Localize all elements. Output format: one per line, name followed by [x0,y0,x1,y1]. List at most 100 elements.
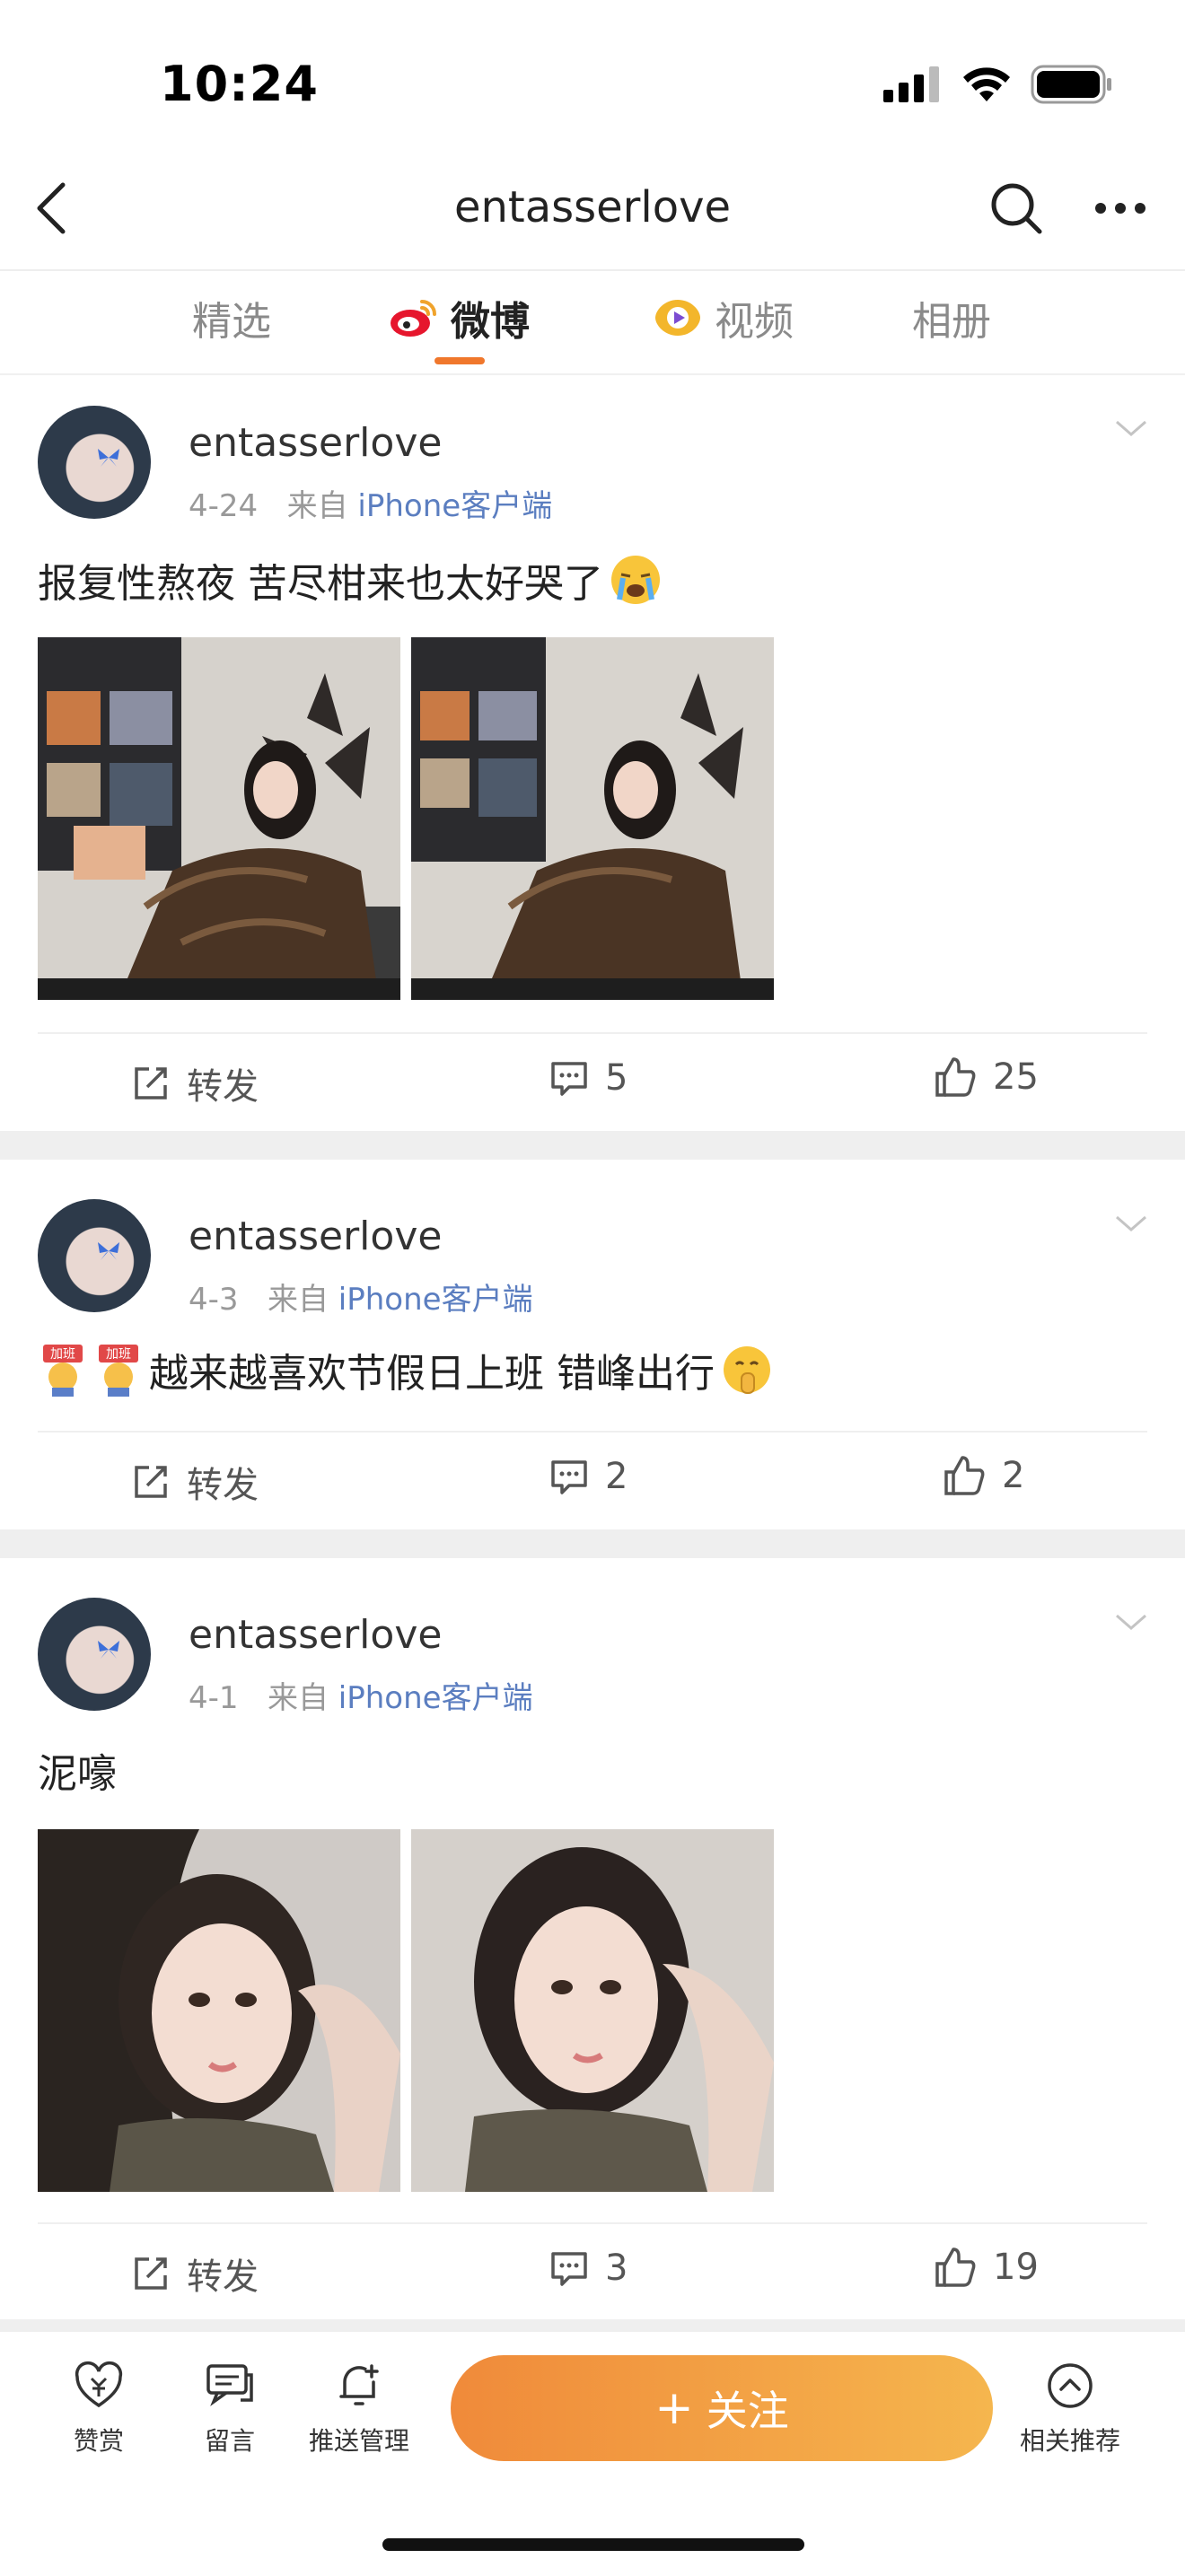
tab-weibo[interactable]: 微博 [388,289,530,346]
search-icon[interactable] [988,180,1045,237]
like-count: 2 [1002,1455,1025,1496]
chevron-down-icon[interactable] [1113,418,1149,440]
share-icon [135,2257,167,2290]
avatar[interactable] [38,1199,151,1312]
post-text: 报复性熬夜 苦尽柑来也太好哭了 [38,551,663,609]
svg-text:加班: 加班 [106,1347,131,1362]
repost-button[interactable]: 转发 [131,2247,259,2300]
reward-button[interactable]: 赞赏 [36,2361,162,2458]
post-meta: 4-3 来自 iPhone客户端 [189,1275,533,1319]
like-button[interactable]: 25 [934,1056,1039,1099]
video-icon [655,300,700,336]
tab-label: 精选 [192,299,271,345]
post-meta: 4-1 来自 iPhone客户端 [189,1673,533,1717]
actions-divider [38,2222,1147,2224]
thumbs-up-icon [944,1456,985,1495]
thumbs-up-icon [935,2247,976,2287]
chevron-down-icon[interactable] [1113,1612,1149,1634]
wifi-icon [963,67,1010,101]
post-username[interactable]: entasserlove [189,1612,442,1658]
nav-divider [0,269,1185,271]
chevron-up-circle-icon [1048,2363,1093,2408]
related-label: 相关推荐 [1019,2426,1120,2456]
repost-button[interactable]: 转发 [131,1057,259,1109]
overtime-sticker-icon: 加班 [99,1345,138,1397]
related-recommend-button[interactable]: 相关推荐 [1007,2361,1133,2458]
post-username[interactable]: entasserlove [189,420,442,466]
source-prefix: 来自 [286,488,348,524]
more-icon[interactable] [1093,199,1147,217]
thumbs-up-icon [935,1057,976,1097]
post-separator [0,1131,1185,1160]
crying-emoji-icon [611,556,660,604]
post-text-body: 泥嚎 [38,1751,117,1797]
share-icon [135,1067,167,1100]
tab-featured[interactable]: 精选 [192,289,271,346]
comment-count: 2 [605,1456,628,1497]
home-indicator[interactable] [382,2538,804,2551]
comment-icon [551,1062,587,1096]
reward-label: 赞赏 [73,2426,124,2456]
source-prefix: 来自 [267,1282,329,1318]
post-photo[interactable] [38,637,400,1000]
post-date: 4-3 [189,1282,239,1318]
avatar[interactable] [38,406,151,519]
post-photo[interactable] [38,1829,400,2192]
repost-label: 转发 [187,1066,259,1108]
post-photo[interactable] [411,1829,774,2192]
post-meta: 4-24 来自 iPhone客户端 [189,481,552,525]
post-separator [0,2319,1185,2330]
post-source-link[interactable]: iPhone客户端 [357,488,552,524]
post-source-link[interactable]: iPhone客户端 [338,1282,533,1318]
like-count: 19 [993,2247,1039,2288]
source-prefix: 来自 [267,1680,329,1716]
follow-button[interactable]: + 关注 [451,2355,993,2461]
like-button[interactable]: 2 [943,1454,1024,1497]
repost-label: 转发 [187,1465,259,1506]
push-label: 推送管理 [308,2426,409,2456]
comment-button[interactable]: 2 [549,1456,628,1497]
post-date: 4-24 [189,488,259,524]
push-settings-button[interactable]: 推送管理 [296,2361,422,2458]
butterfly-sticker-icon [98,449,119,467]
active-tab-indicator [434,357,485,364]
tab-label: 微博 [451,299,530,345]
post-separator [0,1529,1185,1558]
status-icons [883,65,1113,104]
tabs-divider [0,373,1185,375]
butterfly-sticker-icon [98,1641,119,1659]
message-button[interactable]: 留言 [167,2361,293,2458]
post-text-body: 越来越喜欢节假日上班 错峰出行 [149,1351,715,1397]
tab-label: 相册 [912,299,991,345]
like-button[interactable]: 19 [934,2246,1039,2289]
status-time: 10:24 [160,56,319,112]
butterfly-sticker-icon [98,1242,119,1260]
tab-label: 视频 [715,299,794,345]
avatar[interactable] [38,1598,151,1711]
comment-count: 3 [605,2247,628,2289]
tab-album[interactable]: 相册 [912,289,991,346]
overtime-sticker-icon: 加班 [43,1345,83,1397]
comment-icon [551,2252,587,2286]
chevron-down-icon[interactable] [1113,1214,1149,1235]
actions-divider [38,1032,1147,1034]
reward-icon [75,2361,123,2408]
share-icon [135,1466,167,1498]
repost-button[interactable]: 转发 [131,1456,259,1508]
actions-divider [38,1431,1147,1433]
comment-button[interactable]: 5 [549,1057,628,1099]
tab-video[interactable]: 视频 [652,289,794,346]
post-date: 4-1 [189,1680,239,1716]
repost-label: 转发 [187,2256,259,2298]
follow-label: 关注 [706,2387,789,2435]
post-source-link[interactable]: iPhone客户端 [338,1680,533,1716]
comment-icon [551,1460,587,1494]
post-photo[interactable] [411,637,774,1000]
shush-emoji-icon [724,1346,770,1394]
post-text: 泥嚎 [38,1741,117,1799]
comment-button[interactable]: 3 [549,2247,628,2289]
message-icon [206,2364,253,2406]
weibo-logo-icon [391,300,436,337]
post-username[interactable]: entasserlove [189,1214,442,1259]
message-label: 留言 [204,2426,255,2456]
